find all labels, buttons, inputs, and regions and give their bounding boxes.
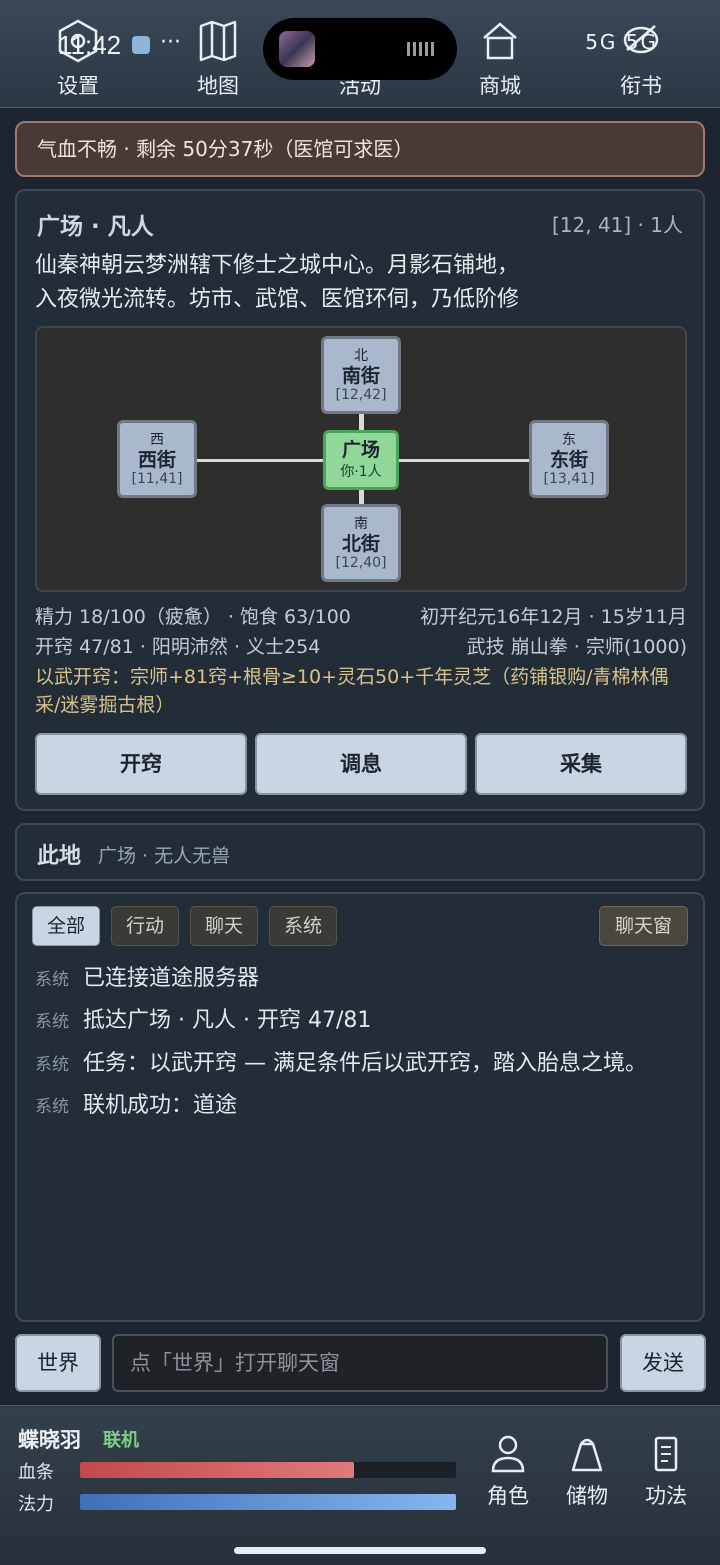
nav-character-label: 角色 bbox=[487, 1484, 529, 1508]
hp-label: 血条 bbox=[18, 1462, 54, 1483]
character-stats: 精力 18/100（疲惫） · 饱食 63/100 初开纪元16年12月 · 1… bbox=[35, 603, 687, 663]
nav-techniques-label: 功法 bbox=[645, 1484, 687, 1508]
stat-aperture: 开窍 47/81 · 阳明沛然 · 义士254 bbox=[35, 636, 321, 658]
node-coord: [11,41] bbox=[131, 471, 183, 487]
message-tag: 系统 bbox=[35, 1097, 69, 1117]
media-thumbnail bbox=[279, 31, 315, 67]
location-title: 广场 · 凡人 bbox=[37, 214, 154, 240]
nav-map[interactable]: 地图 bbox=[178, 18, 258, 100]
send-button[interactable]: 发送 bbox=[620, 1334, 706, 1392]
message-text: 联机成功：道途 bbox=[83, 1093, 238, 1118]
node-name: 北街 bbox=[341, 533, 380, 555]
tab-system[interactable]: 系统 bbox=[269, 906, 338, 946]
notification-icon bbox=[132, 36, 150, 54]
chat-message: 系统 任务：以武开窍 — 满足条件后以武开窍，踏入胎息之境。 bbox=[35, 1045, 647, 1077]
world-channel-button[interactable]: 世界 bbox=[15, 1334, 101, 1392]
scroll-icon bbox=[654, 1436, 678, 1472]
node-name: 南街 bbox=[341, 365, 380, 387]
open-aperture-button[interactable]: 开窍 bbox=[35, 733, 247, 795]
message-tag: 系统 bbox=[35, 1012, 69, 1032]
meditate-button[interactable]: 调息 bbox=[255, 733, 467, 795]
home-indicator[interactable] bbox=[234, 1547, 486, 1554]
nav-map-label: 地图 bbox=[197, 74, 239, 98]
node-coord: [12,40] bbox=[335, 555, 387, 571]
node-direction: 南 bbox=[354, 516, 368, 532]
message-tag: 系统 bbox=[35, 970, 69, 990]
map-icon bbox=[199, 20, 237, 62]
node-coord: [13,41] bbox=[543, 471, 595, 487]
tab-action[interactable]: 行动 bbox=[111, 906, 180, 946]
stat-date-age: 初开纪元16年12月 · 15岁11月 bbox=[420, 606, 687, 628]
nav-character[interactable]: 角色 bbox=[478, 1434, 538, 1510]
hp-bar bbox=[80, 1462, 456, 1478]
location-card: 广场 · 凡人 [12, 41] · 1人 仙秦神朝云梦洲辖下修士之城中心。月影… bbox=[15, 189, 705, 811]
online-status: 联机 bbox=[103, 1430, 139, 1451]
status-time: 11:42 bbox=[58, 30, 122, 60]
nav-storage-label: 储物 bbox=[566, 1484, 608, 1508]
mp-bar-fill bbox=[80, 1494, 456, 1510]
chat-input[interactable]: 点「世界」打开聊天窗 bbox=[112, 1334, 608, 1392]
dynamic-island bbox=[263, 18, 457, 80]
message-text: 抵达广场 · 凡人 · 开窍 47/81 bbox=[83, 1008, 372, 1033]
action-buttons: 开窍 调息 采集 bbox=[35, 733, 687, 795]
chat-message: 系统 联机成功：道途 bbox=[35, 1087, 237, 1119]
nav-shop[interactable]: 商城 bbox=[460, 18, 540, 100]
stat-energy-food: 精力 18/100（疲惫） · 饱食 63/100 bbox=[35, 606, 351, 628]
node-direction: 西 bbox=[150, 432, 164, 448]
status-alert: 气血不畅 · 剩余 50分37秒（医馆可求医） bbox=[15, 121, 705, 177]
player-name: 蝶晓羽 bbox=[18, 1428, 81, 1452]
bag-icon bbox=[571, 1438, 603, 1472]
shop-icon bbox=[483, 22, 517, 60]
message-text: 已连接道途服务器 bbox=[83, 966, 260, 991]
node-occupancy: 你·1人 bbox=[340, 464, 382, 480]
chat-message: 系统 已连接道途服务器 bbox=[35, 960, 259, 992]
node-direction: 北 bbox=[354, 348, 368, 364]
nav-settings-label: 设置 bbox=[57, 74, 99, 98]
location-desc-line: 入夜微光流转。坊市、武馆、医馆环伺，乃低阶修 bbox=[35, 287, 520, 312]
nearby-card: 此地 广场 · 无人无兽 bbox=[15, 823, 705, 881]
nav-techniques[interactable]: 功法 bbox=[636, 1434, 696, 1510]
message-text: 任务：以武开窍 — 满足条件后以武开窍，踏入胎息之境。 bbox=[83, 1051, 647, 1076]
nearby-label: 此地 bbox=[37, 844, 82, 869]
mp-label: 法力 bbox=[18, 1494, 54, 1515]
location-desc-line: 仙秦神朝云梦洲辖下修士之城中心。月影石铺地， bbox=[35, 253, 520, 278]
gather-button[interactable]: 采集 bbox=[475, 733, 687, 795]
tab-chat[interactable]: 聊天 bbox=[190, 906, 259, 946]
location-description: 仙秦神朝云梦洲辖下修士之城中心。月影石铺地， 入夜微光流转。坊市、武馆、医馆环伺… bbox=[35, 249, 685, 317]
tab-all[interactable]: 全部 bbox=[32, 906, 101, 946]
nav-shop-label: 商城 bbox=[479, 74, 521, 98]
map-node-north[interactable]: 北 南街 [12,42] bbox=[321, 336, 401, 414]
node-name: 东街 bbox=[549, 449, 588, 471]
audio-wave-icon bbox=[407, 42, 437, 56]
chat-window-button[interactable]: 聊天窗 bbox=[598, 906, 688, 946]
status-dots: ··· bbox=[160, 30, 181, 55]
top-nav-bar: 设置 地图 活动 商城 衔书 11:42 ··· 5G 5G bbox=[0, 0, 720, 108]
network-status: 5G 5G bbox=[585, 30, 658, 54]
nav-messages-label: 衔书 bbox=[620, 74, 662, 98]
hp-bar-fill bbox=[80, 1462, 355, 1478]
quest-line: 采/迷雾掘古根） bbox=[35, 694, 175, 716]
node-direction: 东 bbox=[562, 432, 576, 448]
bottom-bar: 蝶晓羽 联机 血条 法力 角色 储物 功法 bbox=[0, 1405, 720, 1565]
chat-message: 系统 抵达广场 · 凡人 · 开窍 47/81 bbox=[35, 1002, 371, 1034]
message-tag: 系统 bbox=[35, 1055, 69, 1075]
quest-line: 以武开窍：宗师+81窍+根骨≥10+灵石50+千年灵芝（药铺银购/青棉林偶 bbox=[35, 666, 669, 688]
map-node-current[interactable]: 广场 你·1人 bbox=[323, 430, 399, 490]
nav-storage[interactable]: 储物 bbox=[557, 1434, 617, 1510]
map-node-west[interactable]: 西 西街 [11,41] bbox=[117, 420, 197, 498]
node-name: 广场 bbox=[341, 439, 380, 461]
location-meta: [12, 41] · 1人 bbox=[551, 213, 683, 237]
nearby-text: 广场 · 无人无兽 bbox=[98, 845, 231, 867]
node-name: 西街 bbox=[137, 449, 176, 471]
quest-requirements: 以武开窍：宗师+81窍+根骨≥10+灵石50+千年灵芝（药铺银购/青棉林偶 采/… bbox=[35, 663, 687, 719]
person-icon bbox=[491, 1435, 525, 1473]
map-node-south[interactable]: 南 北街 [12,40] bbox=[321, 504, 401, 582]
map-node-east[interactable]: 东 东街 [13,41] bbox=[529, 420, 609, 498]
chat-log-card: 全部 行动 聊天 系统 聊天窗 系统 已连接道途服务器 系统 抵达广场 · 凡人 ·… bbox=[15, 892, 705, 1322]
mp-bar bbox=[80, 1494, 456, 1510]
node-coord: [12,42] bbox=[335, 387, 387, 403]
stat-martial-skill: 武技 崩山拳 · 宗师(1000) bbox=[466, 636, 687, 658]
area-map: 北 南街 [12,42] 西 西街 [11,41] 广场 你·1人 东 东街 [… bbox=[35, 326, 687, 592]
